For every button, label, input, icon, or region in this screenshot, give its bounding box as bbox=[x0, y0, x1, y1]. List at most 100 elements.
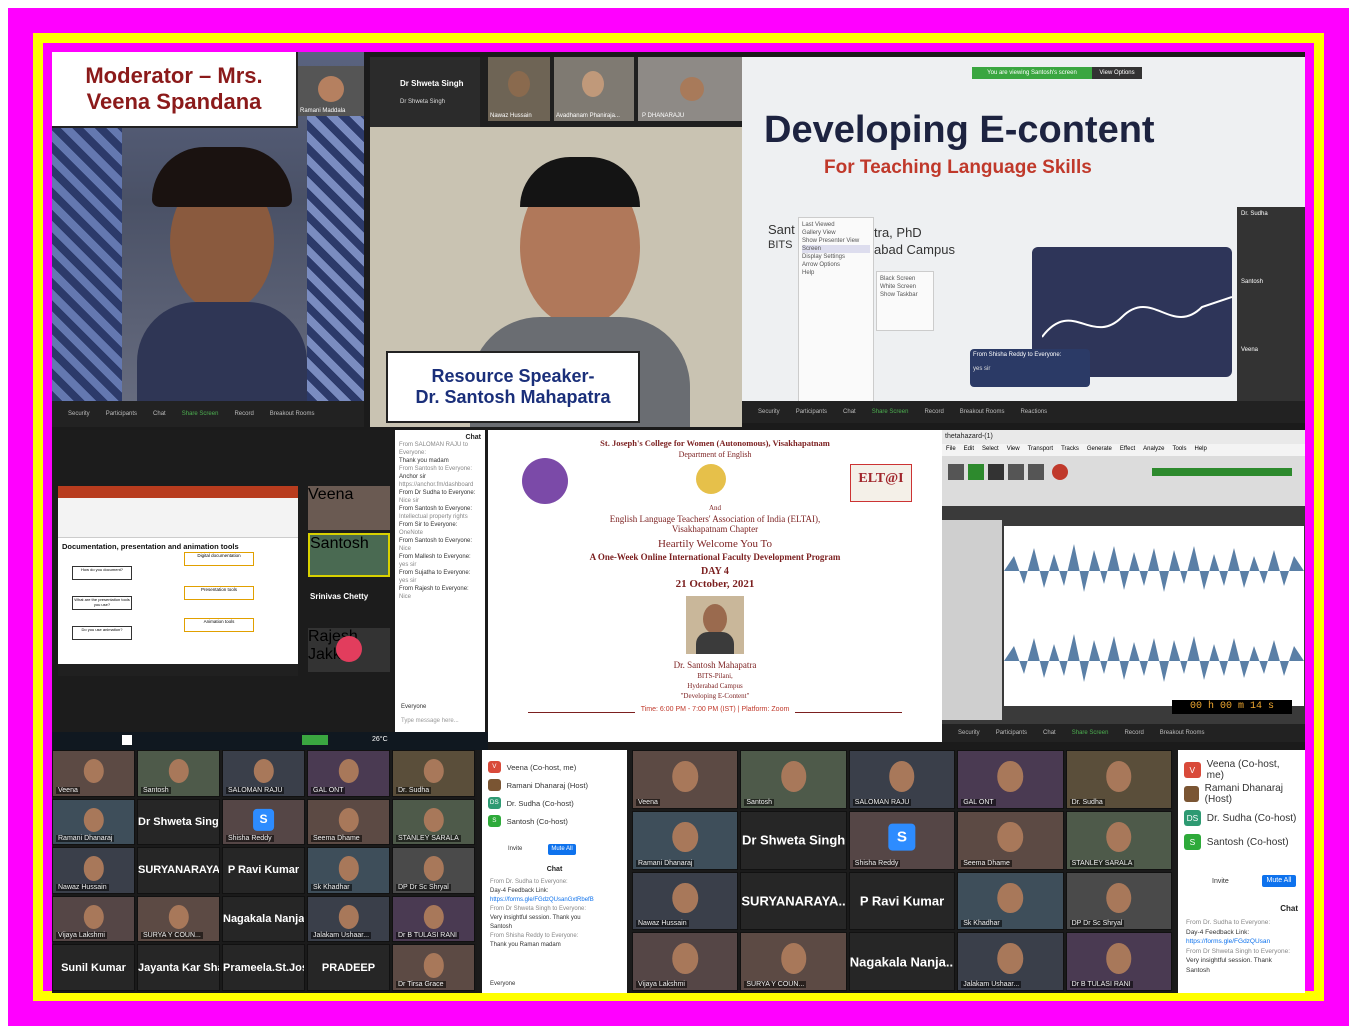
share-screen-button[interactable]: Share Screen bbox=[1072, 730, 1109, 736]
menu-tracks[interactable]: Tracks bbox=[1061, 446, 1079, 454]
participant-tile: S Shisha Reddy bbox=[848, 810, 956, 870]
record-button[interactable]: Record bbox=[1124, 730, 1143, 736]
menu-generate[interactable]: Generate bbox=[1087, 446, 1112, 454]
chat-button[interactable]: Chat bbox=[1043, 730, 1056, 736]
participant-row[interactable]: DS Dr. Sudha (Co-host) bbox=[488, 794, 621, 812]
submenu-item[interactable]: Black Screen bbox=[880, 275, 930, 283]
view-options-button[interactable]: View Options bbox=[1092, 67, 1142, 79]
menu-item[interactable]: Last Viewed bbox=[802, 221, 870, 229]
participants-button[interactable]: Participants bbox=[996, 730, 1027, 736]
participant-row[interactable]: S Santosh (Co-host) bbox=[1184, 830, 1299, 854]
play-icon[interactable] bbox=[968, 464, 984, 480]
thumb-name: Ramani Maddala bbox=[300, 108, 346, 114]
reactions-button[interactable]: Reactions bbox=[1020, 409, 1047, 415]
share-screen-button[interactable]: Share Screen bbox=[872, 409, 909, 415]
breakout-rooms-button[interactable]: Breakout Rooms bbox=[1160, 730, 1205, 736]
menu-file[interactable]: File bbox=[946, 446, 956, 454]
record-button[interactable]: Record bbox=[924, 409, 943, 415]
tile-name: Veena bbox=[56, 786, 80, 794]
curtain-right bbox=[307, 102, 364, 402]
poster-dept: Department of English bbox=[678, 450, 752, 459]
submenu-item[interactable]: White Screen bbox=[880, 283, 930, 291]
menu-help[interactable]: Help bbox=[1194, 446, 1206, 454]
tile-name: Santosh bbox=[310, 535, 369, 552]
menu-effect[interactable]: Effect bbox=[1120, 446, 1135, 454]
security-button[interactable]: Security bbox=[958, 730, 980, 736]
record-icon[interactable] bbox=[1052, 464, 1068, 480]
share-screen-button[interactable]: Share Screen bbox=[182, 411, 219, 417]
chat-line: Day-4 Feedback Link: bbox=[1186, 928, 1250, 936]
tile-name: Ramani Dhanaraj bbox=[636, 859, 695, 867]
menu-view[interactable]: View bbox=[1007, 446, 1020, 454]
participant-row[interactable]: Ramani Dhanaraj (Host) bbox=[488, 776, 621, 794]
tile-name: Shisha Reddy bbox=[226, 835, 274, 843]
participant-tile: Nawaz Hussain bbox=[52, 847, 135, 894]
mute-all-button[interactable]: Mute All bbox=[548, 844, 576, 855]
participant-row[interactable]: DS Dr. Sudha (Co-host) bbox=[1184, 806, 1299, 830]
menu-select[interactable]: Select bbox=[982, 446, 999, 454]
audacity-toolbar bbox=[942, 456, 1305, 506]
battery-icon bbox=[302, 735, 328, 745]
invite-button[interactable]: Invite bbox=[508, 846, 522, 852]
chat-line: Anchor sir bbox=[399, 474, 427, 480]
tile-name: SURYA Y COUN... bbox=[744, 981, 807, 988]
chat-recipient[interactable]: Everyone bbox=[490, 981, 515, 987]
menu-item[interactable]: Arrow Options bbox=[802, 261, 870, 269]
participant-row[interactable]: Ramani Dhanaraj (Host) bbox=[1184, 782, 1299, 806]
menu-item[interactable]: Gallery View bbox=[802, 229, 870, 237]
chat-line: Thank you madam bbox=[399, 458, 449, 464]
flow-question: What are the presentation tools you use? bbox=[72, 596, 132, 610]
chat-line: Intellectual property rights bbox=[399, 514, 468, 520]
menu-analyze[interactable]: Analyze bbox=[1143, 446, 1164, 454]
poster-college: St. Joseph's College for Women (Autonomo… bbox=[600, 438, 830, 448]
side-video-strip: Dr. Sudha Santosh Veena bbox=[1237, 207, 1305, 407]
participant-tile: Dr. Sudha bbox=[1065, 750, 1172, 809]
participant-row[interactable]: S Santosh (Co-host) bbox=[488, 812, 621, 830]
flow-question: Do you use animation? bbox=[72, 626, 132, 640]
college-logo-icon bbox=[522, 458, 568, 504]
participant-tile: Dr Shweta Singh bbox=[137, 798, 220, 846]
windows-icon[interactable] bbox=[122, 735, 132, 745]
chat-button[interactable]: Chat bbox=[843, 409, 856, 415]
record-button[interactable]: Record bbox=[234, 411, 253, 417]
chat-recipient[interactable]: Everyone bbox=[401, 704, 426, 710]
participant-row[interactable]: V Veena (Co-host, me) bbox=[1184, 758, 1299, 782]
skip-end-icon[interactable] bbox=[1028, 464, 1044, 480]
menu-item[interactable]: Show Presenter View bbox=[802, 237, 870, 245]
chat-line: From Santosh to Everyone: bbox=[399, 506, 473, 512]
menu-item[interactable]: Screen bbox=[802, 245, 870, 253]
pause-icon[interactable] bbox=[948, 464, 964, 480]
video-face bbox=[672, 882, 698, 914]
video-face bbox=[997, 761, 1024, 792]
stop-icon[interactable] bbox=[988, 464, 1004, 480]
chat-input[interactable]: Type message here... bbox=[401, 718, 459, 724]
menu-transport[interactable]: Transport bbox=[1028, 446, 1053, 454]
breakout-rooms-button[interactable]: Breakout Rooms bbox=[270, 411, 315, 417]
chat-toast[interactable]: From Shisha Reddy to Everyone: yes sir bbox=[970, 349, 1090, 387]
breakout-rooms-button[interactable]: Breakout Rooms bbox=[960, 409, 1005, 415]
chat-button[interactable]: Chat bbox=[153, 411, 166, 417]
mute-all-button[interactable]: Mute All bbox=[1262, 875, 1296, 887]
menu-item[interactable]: Display Settings bbox=[802, 253, 870, 261]
tile-name-large: Nagakala Nanja... bbox=[223, 913, 305, 926]
thumb-name-1: Dr Shweta Singh bbox=[400, 99, 446, 105]
chat-line: From SALOMAN RAJU to Everyone: bbox=[399, 442, 469, 456]
submenu-item[interactable]: Show Taskbar bbox=[880, 291, 930, 299]
zoom-controls-6: Security Participants Chat Share Screen … bbox=[942, 724, 1305, 742]
participants-button[interactable]: Participants bbox=[796, 409, 827, 415]
menu-tools[interactable]: Tools bbox=[1172, 446, 1186, 454]
invite-button[interactable]: Invite bbox=[1212, 878, 1229, 885]
participant-row[interactable]: V Veena (Co-host, me) bbox=[488, 758, 621, 776]
chat-line: From Dr. Sudha to Everyone: bbox=[1186, 919, 1271, 926]
menu-item[interactable]: Help bbox=[802, 269, 870, 277]
tile-name-large: Dr Shweta Singh bbox=[741, 832, 846, 848]
participants-button[interactable]: Participants bbox=[106, 411, 137, 417]
side-tile-name: Veena bbox=[1241, 347, 1259, 353]
skip-start-icon[interactable] bbox=[1008, 464, 1024, 480]
menu-edit[interactable]: Edit bbox=[964, 446, 974, 454]
participant-tile: SURYANARAYA... bbox=[137, 847, 220, 894]
security-button[interactable]: Security bbox=[758, 409, 780, 415]
security-button[interactable]: Security bbox=[68, 411, 90, 417]
avatar: S bbox=[1184, 833, 1201, 851]
avatar bbox=[1184, 785, 1199, 803]
